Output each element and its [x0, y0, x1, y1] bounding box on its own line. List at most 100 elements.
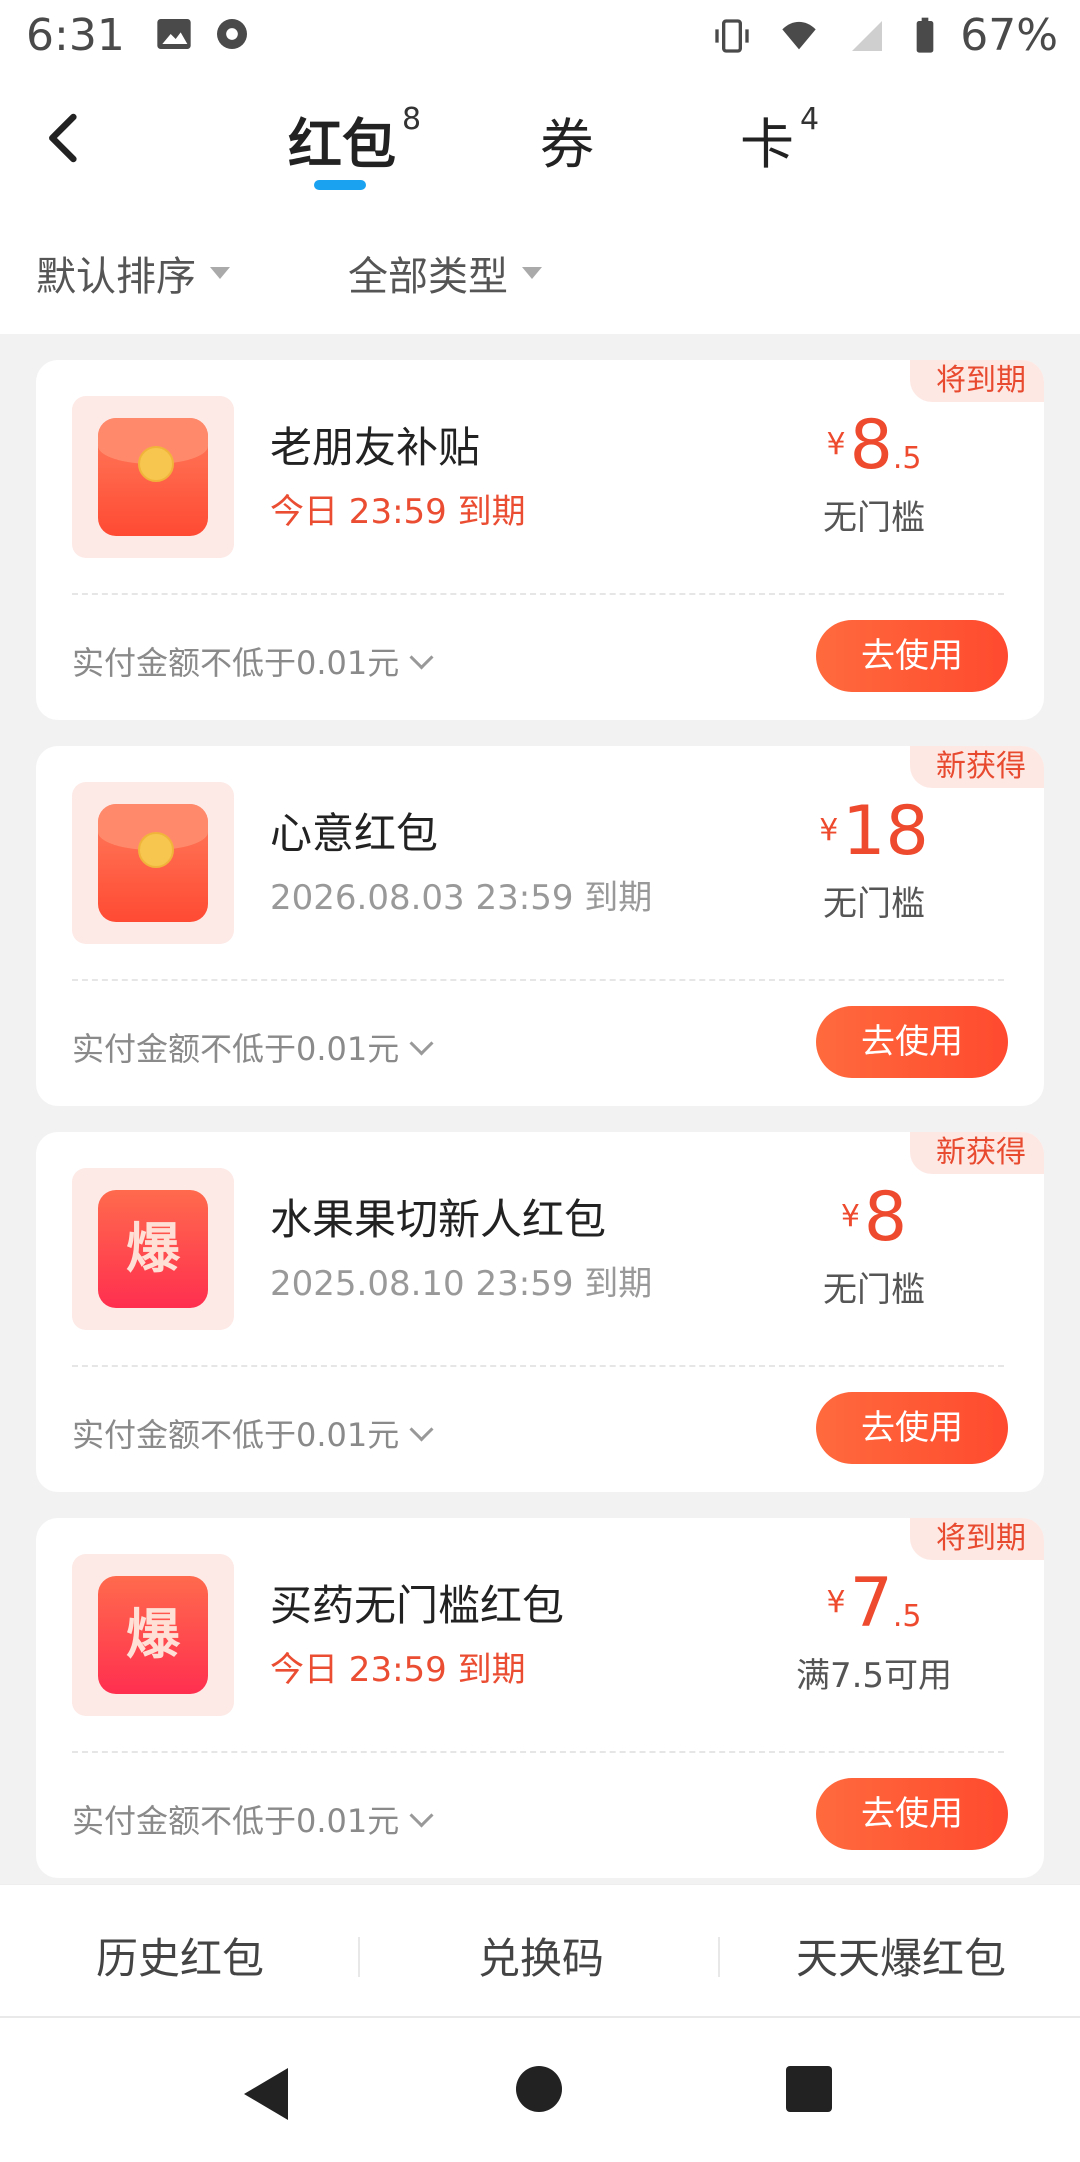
top-header: 红包 8 券 卡 4 — [0, 72, 1080, 202]
threshold-text: 无门槛 — [823, 1270, 925, 1310]
hongbao-thumb — [72, 782, 234, 944]
card-title: 老朋友补贴 — [270, 423, 481, 472]
type-dropdown[interactable]: 全部类型 — [348, 244, 542, 302]
sort-dropdown[interactable]: 默认排序 — [36, 244, 230, 302]
status-badge: 将到期 — [910, 360, 1044, 402]
type-label: 全部类型 — [348, 254, 508, 300]
threshold-text: 无门槛 — [823, 884, 925, 924]
amount-integer: 7 — [849, 1564, 893, 1643]
hongbao-card[interactable]: 将到期 老朋友补贴 今日 23:59 到期 ¥8.5 无门槛 实付金额不低于0.… — [36, 360, 1044, 720]
red-envelope-icon — [98, 418, 208, 536]
hongbao-card[interactable]: 新获得 心意红包 2026.08.03 23:59 到期 ¥18 无门槛 实付金… — [36, 746, 1044, 1106]
threshold-text: 无门槛 — [823, 498, 925, 538]
threshold-text: 满7.5可用 — [795, 1656, 953, 1696]
tab-quan[interactable]: 券 — [540, 100, 594, 179]
nav-back-icon[interactable] — [244, 2068, 288, 2120]
caret-down-icon — [522, 267, 542, 279]
status-badge: 新获得 — [910, 746, 1044, 788]
dashed-divider — [72, 979, 1004, 981]
condition-toggle[interactable]: 实付金额不低于0.01元 — [72, 638, 434, 684]
amount-integer: 18 — [842, 792, 929, 871]
caret-down-icon — [210, 267, 230, 279]
cell-signal-icon — [852, 20, 883, 51]
amount-integer: 8 — [863, 1178, 908, 1257]
back-arrow-icon[interactable] — [36, 110, 92, 166]
daily-hongbao-link[interactable]: 天天爆红包 — [796, 1925, 1006, 1986]
separator — [718, 1937, 720, 1977]
hongbao-card[interactable]: 将到期 爆 买药无门槛红包 今日 23:59 到期 ¥7.5 满7.5可用 实付… — [36, 1518, 1044, 1878]
hongbao-thumb: 爆 — [72, 1554, 234, 1716]
amount: ¥8 — [764, 1178, 984, 1257]
vibrate-icon — [715, 18, 749, 53]
expire-text: 2025.08.10 23:59 到期 — [270, 1264, 653, 1304]
wifi-icon — [782, 21, 816, 49]
use-button[interactable]: 去使用 — [816, 1392, 1008, 1464]
hongbao-list: 将到期 老朋友补贴 今日 23:59 到期 ¥8.5 无门槛 实付金额不低于0.… — [0, 334, 1080, 1884]
use-button[interactable]: 去使用 — [816, 620, 1008, 692]
amount: ¥7.5 — [764, 1564, 984, 1643]
card-title: 心意红包 — [270, 809, 439, 858]
tab-label: 券 — [540, 113, 594, 176]
condition-toggle[interactable]: 实付金额不低于0.01元 — [72, 1796, 434, 1842]
redeem-code-link[interactable]: 兑换码 — [478, 1925, 604, 1986]
chevron-down-icon — [409, 1416, 434, 1442]
condition-toggle[interactable]: 实付金额不低于0.01元 — [72, 1410, 434, 1456]
use-button[interactable]: 去使用 — [816, 1778, 1008, 1850]
tab-count: 4 — [800, 102, 820, 137]
amount: ¥8.5 — [764, 406, 984, 485]
status-badge: 将到期 — [910, 1518, 1044, 1560]
dashed-divider — [72, 1751, 1004, 1753]
expire-text: 今日 23:59 到期 — [270, 1650, 526, 1690]
system-nav-bar — [0, 2016, 1080, 2162]
currency-symbol: ¥ — [826, 427, 846, 462]
amount-integer: 8 — [849, 406, 893, 485]
condition-toggle[interactable]: 实付金额不低于0.01元 — [72, 1024, 434, 1070]
hongbao-thumb: 爆 — [72, 1168, 234, 1330]
red-envelope-icon — [98, 804, 208, 922]
condition-text: 实付金额不低于0.01元 — [72, 644, 400, 682]
bottom-action-bar: 历史红包 兑换码 天天爆红包 — [0, 1884, 1080, 2017]
hongbao-thumb — [72, 396, 234, 558]
use-button[interactable]: 去使用 — [816, 1006, 1008, 1078]
separator — [358, 1937, 360, 1977]
tab-hongbao[interactable]: 红包 8 — [288, 100, 421, 179]
status-bar: 6:31 67% — [0, 0, 1080, 72]
condition-text: 实付金额不低于0.01元 — [72, 1416, 400, 1454]
condition-text: 实付金额不低于0.01元 — [72, 1030, 400, 1068]
currency-symbol: ¥ — [840, 1199, 860, 1234]
card-title: 水果果切新人红包 — [270, 1195, 607, 1244]
status-time: 6:31 — [26, 10, 125, 61]
card-title: 买药无门槛红包 — [270, 1581, 565, 1630]
active-tab-indicator — [314, 180, 366, 190]
nav-recents-icon[interactable] — [786, 2066, 832, 2112]
sort-label: 默认排序 — [36, 254, 196, 300]
tab-label: 红包 — [288, 113, 396, 176]
status-badge: 新获得 — [910, 1132, 1044, 1174]
tab-ka[interactable]: 卡 4 — [740, 100, 819, 179]
currency-symbol: ¥ — [826, 1585, 846, 1620]
boom-icon: 爆 — [98, 1190, 208, 1308]
filter-bar: 默认排序 全部类型 — [0, 202, 1080, 334]
currency-symbol: ¥ — [819, 813, 839, 848]
tab-label: 卡 — [740, 113, 794, 176]
chevron-down-icon — [409, 1030, 434, 1056]
dashed-divider — [72, 1365, 1004, 1367]
settings-icon — [217, 19, 247, 49]
hongbao-card[interactable]: 新获得 爆 水果果切新人红包 2025.08.10 23:59 到期 ¥8 无门… — [36, 1132, 1044, 1492]
battery-icon — [916, 17, 934, 53]
dashed-divider — [72, 593, 1004, 595]
chevron-down-icon — [409, 644, 434, 670]
tab-count: 8 — [402, 102, 422, 137]
amount-decimal: .5 — [892, 1599, 922, 1634]
condition-text: 实付金额不低于0.01元 — [72, 1802, 400, 1840]
chevron-down-icon — [409, 1802, 434, 1828]
nav-home-icon[interactable] — [516, 2066, 562, 2112]
image-icon — [157, 19, 191, 49]
boom-icon: 爆 — [98, 1576, 208, 1694]
amount: ¥18 — [764, 792, 984, 871]
expire-text: 今日 23:59 到期 — [270, 492, 526, 532]
amount-decimal: .5 — [892, 441, 922, 476]
history-hongbao-link[interactable]: 历史红包 — [96, 1925, 264, 1986]
battery-percent: 67% — [960, 10, 1058, 61]
expire-text: 2026.08.03 23:59 到期 — [270, 878, 653, 918]
